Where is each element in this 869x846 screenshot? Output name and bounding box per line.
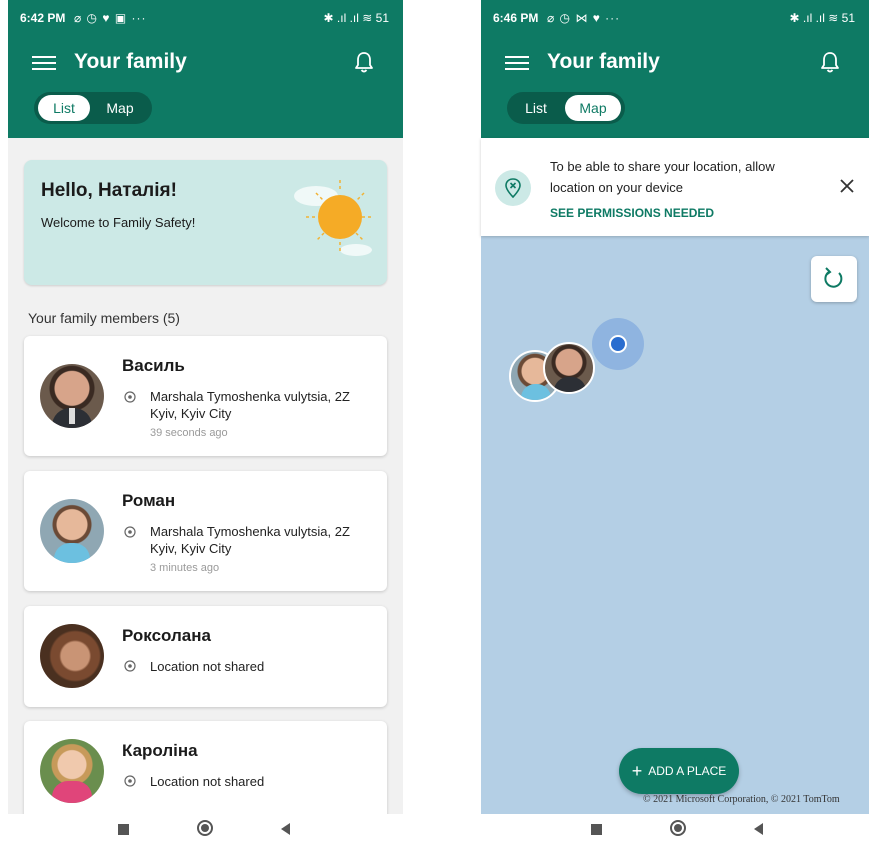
- tab-map[interactable]: Map: [565, 95, 621, 121]
- location-pin-icon: [124, 660, 136, 672]
- member-card-vasyl[interactable]: Василь Marshala Tymoshenka vulytsia, 2Z …: [24, 336, 387, 456]
- close-icon[interactable]: [839, 178, 855, 194]
- app-title: Your family: [74, 50, 187, 73]
- my-location-dot[interactable]: [609, 335, 627, 353]
- hamburger-menu-icon[interactable]: [505, 52, 529, 72]
- member-name: Роксолана: [122, 626, 211, 645]
- see-permissions-link[interactable]: SEE PERMISSIONS NEEDED: [550, 206, 714, 220]
- view-toggle: List Map: [34, 92, 152, 124]
- address-line-2: Kyiv, Kyiv City: [150, 541, 232, 556]
- address-line-2: Kyiv, Kyiv City: [150, 406, 232, 421]
- welcome-card: Hello, Наталія! Welcome to Family Safety…: [24, 160, 387, 285]
- nav-back-icon[interactable]: [754, 823, 763, 835]
- status-notification-icons: ⌀ ◷ ♥ ▣ ···: [74, 11, 147, 25]
- bell-icon[interactable]: [353, 50, 375, 74]
- android-nav-bar: [8, 814, 403, 846]
- avatar: [40, 499, 104, 563]
- welcome-greeting: Hello, Наталія!: [41, 180, 177, 201]
- bell-icon[interactable]: [819, 50, 841, 74]
- android-nav-bar: [481, 814, 869, 846]
- member-address: Marshala Tymoshenka vulytsia, 2Z Kyiv, K…: [150, 388, 350, 422]
- status-system-icons: ✱ .ıl .ıl ≋ 51: [323, 11, 389, 25]
- tab-map[interactable]: Map: [94, 95, 146, 121]
- last-seen-time: 3 minutes ago: [150, 562, 220, 574]
- add-place-label: ADD A PLACE: [648, 764, 727, 778]
- members-count-heading: Your family members (5): [28, 310, 180, 326]
- tab-list[interactable]: List: [511, 95, 561, 121]
- member-name: Василь: [122, 356, 185, 375]
- nav-recents-icon[interactable]: [591, 824, 602, 835]
- status-bar: 6:42 PM ⌀ ◷ ♥ ▣ ··· ✱ .ıl .ıl ≋ 51: [8, 0, 403, 36]
- location-status: Location not shared: [150, 774, 265, 789]
- last-seen-time: 39 seconds ago: [150, 427, 228, 439]
- status-time: 6:42 PM: [20, 11, 66, 25]
- map-copyright: © 2021 Microsoft Corporation, © 2021 Tom…: [643, 794, 840, 805]
- location-status: Location not shared: [150, 659, 265, 674]
- status-system-icons: ✱ .ıl .ıl ≋ 51: [789, 11, 855, 25]
- status-time: 6:46 PM: [493, 11, 539, 25]
- member-address: Marshala Tymoshenka vulytsia, 2Z Kyiv, K…: [150, 523, 350, 557]
- avatar: [40, 364, 104, 428]
- location-pin-icon: [124, 391, 136, 403]
- add-place-button[interactable]: + ADD A PLACE: [619, 748, 739, 794]
- map-view[interactable]: + ADD A PLACE © 2021 Microsoft Corporatio…: [481, 236, 869, 814]
- avatar: [40, 624, 104, 688]
- avatar: [40, 739, 104, 803]
- sun-icon: [294, 180, 374, 256]
- phone-screen-list-view: 6:42 PM ⌀ ◷ ♥ ▣ ··· ✱ .ıl .ıl ≋ 51 Your …: [8, 0, 403, 846]
- member-name: Кароліна: [122, 741, 198, 760]
- member-card-roman[interactable]: Роман Marshala Tymoshenka vulytsia, 2Z K…: [24, 471, 387, 591]
- location-permission-banner: To be able to share your location, allow…: [481, 138, 869, 236]
- map-avatar-vasyl[interactable]: [543, 342, 595, 394]
- nav-back-icon[interactable]: [281, 823, 290, 835]
- welcome-subtitle: Welcome to Family Safety!: [41, 215, 196, 230]
- refresh-button[interactable]: [811, 256, 857, 302]
- location-off-icon: [495, 170, 531, 206]
- member-card-karolina[interactable]: Кароліна Location not shared: [24, 721, 387, 814]
- nav-home-icon[interactable]: [670, 820, 686, 836]
- address-line-1: Marshala Tymoshenka vulytsia, 2Z: [150, 389, 350, 404]
- phone-screen-map-view: 6:46 PM ⌀ ◷ ⋈ ♥ ··· ✱ .ıl .ıl ≋ 51 Your …: [481, 0, 869, 846]
- hamburger-menu-icon[interactable]: [32, 52, 56, 72]
- tab-list[interactable]: List: [38, 95, 90, 121]
- app-header: 6:46 PM ⌀ ◷ ⋈ ♥ ··· ✱ .ıl .ıl ≋ 51 Your …: [481, 0, 869, 138]
- member-card-roksolana[interactable]: Роксолана Location not shared: [24, 606, 387, 707]
- member-name: Роман: [122, 491, 176, 510]
- status-bar: 6:46 PM ⌀ ◷ ⋈ ♥ ··· ✱ .ıl .ıl ≋ 51: [481, 0, 869, 36]
- app-header: 6:42 PM ⌀ ◷ ♥ ▣ ··· ✱ .ıl .ıl ≋ 51 Your …: [8, 0, 403, 138]
- view-toggle: List Map: [507, 92, 625, 124]
- app-title: Your family: [547, 50, 660, 73]
- permission-message: To be able to share your location, allow…: [550, 159, 775, 195]
- nav-home-icon[interactable]: [197, 820, 213, 836]
- family-list: Hello, Наталія! Welcome to Family Safety…: [8, 138, 403, 814]
- location-pin-icon: [124, 775, 136, 787]
- address-line-1: Marshala Tymoshenka vulytsia, 2Z: [150, 524, 350, 539]
- location-pin-icon: [124, 526, 136, 538]
- refresh-icon: [824, 267, 843, 288]
- nav-recents-icon[interactable]: [118, 824, 129, 835]
- plus-icon: +: [631, 761, 643, 781]
- status-notification-icons: ⌀ ◷ ⋈ ♥ ···: [547, 11, 621, 25]
